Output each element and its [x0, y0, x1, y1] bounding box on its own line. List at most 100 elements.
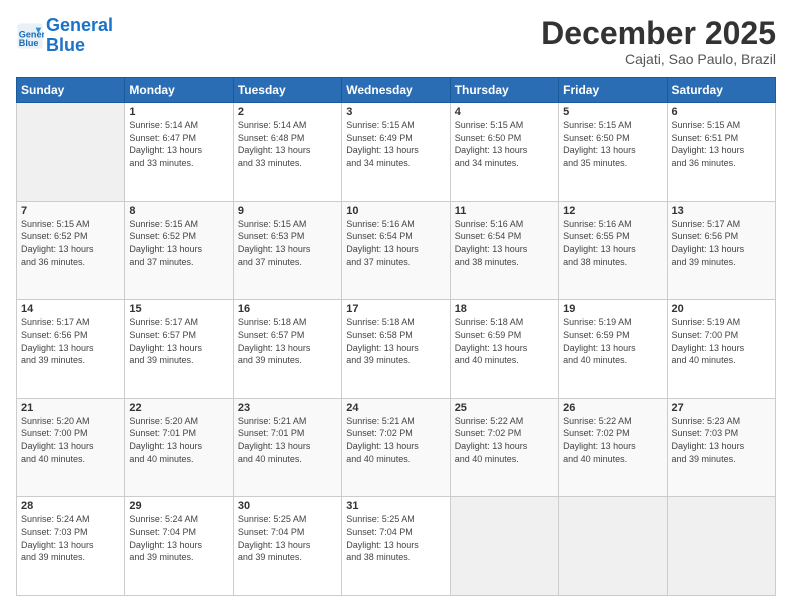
- day-number: 29: [129, 500, 228, 512]
- calendar-cell: 3Sunrise: 5:15 AMSunset: 6:49 PMDaylight…: [342, 103, 450, 202]
- day-info: Sunrise: 5:16 AMSunset: 6:54 PMDaylight:…: [455, 218, 554, 268]
- calendar-cell: 2Sunrise: 5:14 AMSunset: 6:48 PMDaylight…: [233, 103, 341, 202]
- day-number: 16: [238, 303, 337, 315]
- day-number: 5: [563, 106, 662, 118]
- day-info: Sunrise: 5:20 AMSunset: 7:01 PMDaylight:…: [129, 415, 228, 465]
- day-number: 20: [672, 303, 771, 315]
- day-number: 28: [21, 500, 120, 512]
- calendar-cell: 23Sunrise: 5:21 AMSunset: 7:01 PMDayligh…: [233, 398, 341, 497]
- calendar-cell: 28Sunrise: 5:24 AMSunset: 7:03 PMDayligh…: [17, 497, 125, 596]
- calendar-cell: 11Sunrise: 5:16 AMSunset: 6:54 PMDayligh…: [450, 201, 558, 300]
- day-number: 19: [563, 303, 662, 315]
- calendar-cell: [559, 497, 667, 596]
- day-info: Sunrise: 5:24 AMSunset: 7:03 PMDaylight:…: [21, 513, 120, 563]
- day-info: Sunrise: 5:24 AMSunset: 7:04 PMDaylight:…: [129, 513, 228, 563]
- logo-icon: General Blue: [16, 22, 44, 50]
- calendar-cell: 24Sunrise: 5:21 AMSunset: 7:02 PMDayligh…: [342, 398, 450, 497]
- calendar-cell: 16Sunrise: 5:18 AMSunset: 6:57 PMDayligh…: [233, 300, 341, 399]
- day-info: Sunrise: 5:18 AMSunset: 6:58 PMDaylight:…: [346, 316, 445, 366]
- day-info: Sunrise: 5:16 AMSunset: 6:54 PMDaylight:…: [346, 218, 445, 268]
- day-number: 15: [129, 303, 228, 315]
- day-number: 9: [238, 205, 337, 217]
- calendar-cell: 15Sunrise: 5:17 AMSunset: 6:57 PMDayligh…: [125, 300, 233, 399]
- day-number: 7: [21, 205, 120, 217]
- calendar-cell: 1Sunrise: 5:14 AMSunset: 6:47 PMDaylight…: [125, 103, 233, 202]
- day-info: Sunrise: 5:17 AMSunset: 6:56 PMDaylight:…: [672, 218, 771, 268]
- calendar-cell: 6Sunrise: 5:15 AMSunset: 6:51 PMDaylight…: [667, 103, 775, 202]
- day-info: Sunrise: 5:15 AMSunset: 6:50 PMDaylight:…: [455, 119, 554, 169]
- weekday-header: Monday: [125, 78, 233, 103]
- day-number: 14: [21, 303, 120, 315]
- day-number: 25: [455, 402, 554, 414]
- weekday-header: Saturday: [667, 78, 775, 103]
- calendar-cell: 9Sunrise: 5:15 AMSunset: 6:53 PMDaylight…: [233, 201, 341, 300]
- weekday-header: Friday: [559, 78, 667, 103]
- day-number: 18: [455, 303, 554, 315]
- weekday-header: Tuesday: [233, 78, 341, 103]
- day-info: Sunrise: 5:17 AMSunset: 6:57 PMDaylight:…: [129, 316, 228, 366]
- day-info: Sunrise: 5:18 AMSunset: 6:57 PMDaylight:…: [238, 316, 337, 366]
- day-info: Sunrise: 5:20 AMSunset: 7:00 PMDaylight:…: [21, 415, 120, 465]
- calendar-cell: 29Sunrise: 5:24 AMSunset: 7:04 PMDayligh…: [125, 497, 233, 596]
- day-info: Sunrise: 5:14 AMSunset: 6:47 PMDaylight:…: [129, 119, 228, 169]
- day-number: 23: [238, 402, 337, 414]
- day-number: 21: [21, 402, 120, 414]
- calendar-cell: 18Sunrise: 5:18 AMSunset: 6:59 PMDayligh…: [450, 300, 558, 399]
- calendar-cell: 10Sunrise: 5:16 AMSunset: 6:54 PMDayligh…: [342, 201, 450, 300]
- day-info: Sunrise: 5:21 AMSunset: 7:01 PMDaylight:…: [238, 415, 337, 465]
- svg-text:Blue: Blue: [19, 38, 39, 48]
- weekday-header: Sunday: [17, 78, 125, 103]
- calendar-cell: 14Sunrise: 5:17 AMSunset: 6:56 PMDayligh…: [17, 300, 125, 399]
- day-info: Sunrise: 5:23 AMSunset: 7:03 PMDaylight:…: [672, 415, 771, 465]
- day-info: Sunrise: 5:16 AMSunset: 6:55 PMDaylight:…: [563, 218, 662, 268]
- day-number: 13: [672, 205, 771, 217]
- calendar-cell: 26Sunrise: 5:22 AMSunset: 7:02 PMDayligh…: [559, 398, 667, 497]
- day-number: 31: [346, 500, 445, 512]
- calendar-table: SundayMondayTuesdayWednesdayThursdayFrid…: [16, 77, 776, 596]
- day-number: 3: [346, 106, 445, 118]
- weekday-header: Wednesday: [342, 78, 450, 103]
- day-info: Sunrise: 5:25 AMSunset: 7:04 PMDaylight:…: [238, 513, 337, 563]
- calendar-cell: 22Sunrise: 5:20 AMSunset: 7:01 PMDayligh…: [125, 398, 233, 497]
- day-info: Sunrise: 5:15 AMSunset: 6:52 PMDaylight:…: [21, 218, 120, 268]
- title-block: December 2025 Cajati, Sao Paulo, Brazil: [541, 16, 776, 67]
- day-info: Sunrise: 5:19 AMSunset: 7:00 PMDaylight:…: [672, 316, 771, 366]
- logo: General Blue GeneralBlue: [16, 16, 113, 56]
- day-info: Sunrise: 5:14 AMSunset: 6:48 PMDaylight:…: [238, 119, 337, 169]
- day-info: Sunrise: 5:19 AMSunset: 6:59 PMDaylight:…: [563, 316, 662, 366]
- calendar-cell: 25Sunrise: 5:22 AMSunset: 7:02 PMDayligh…: [450, 398, 558, 497]
- header: General Blue GeneralBlue December 2025 C…: [16, 16, 776, 67]
- day-info: Sunrise: 5:22 AMSunset: 7:02 PMDaylight:…: [563, 415, 662, 465]
- calendar-cell: [450, 497, 558, 596]
- calendar-cell: [17, 103, 125, 202]
- calendar-cell: 12Sunrise: 5:16 AMSunset: 6:55 PMDayligh…: [559, 201, 667, 300]
- day-info: Sunrise: 5:18 AMSunset: 6:59 PMDaylight:…: [455, 316, 554, 366]
- day-number: 12: [563, 205, 662, 217]
- day-number: 22: [129, 402, 228, 414]
- day-info: Sunrise: 5:21 AMSunset: 7:02 PMDaylight:…: [346, 415, 445, 465]
- day-number: 27: [672, 402, 771, 414]
- logo-text: GeneralBlue: [46, 16, 113, 56]
- day-info: Sunrise: 5:15 AMSunset: 6:49 PMDaylight:…: [346, 119, 445, 169]
- page: General Blue GeneralBlue December 2025 C…: [0, 0, 792, 612]
- day-number: 1: [129, 106, 228, 118]
- calendar-cell: 17Sunrise: 5:18 AMSunset: 6:58 PMDayligh…: [342, 300, 450, 399]
- calendar-cell: 4Sunrise: 5:15 AMSunset: 6:50 PMDaylight…: [450, 103, 558, 202]
- day-info: Sunrise: 5:15 AMSunset: 6:50 PMDaylight:…: [563, 119, 662, 169]
- day-number: 11: [455, 205, 554, 217]
- day-info: Sunrise: 5:15 AMSunset: 6:52 PMDaylight:…: [129, 218, 228, 268]
- calendar-cell: 30Sunrise: 5:25 AMSunset: 7:04 PMDayligh…: [233, 497, 341, 596]
- month-title: December 2025: [541, 16, 776, 51]
- day-number: 24: [346, 402, 445, 414]
- day-info: Sunrise: 5:25 AMSunset: 7:04 PMDaylight:…: [346, 513, 445, 563]
- day-number: 2: [238, 106, 337, 118]
- location: Cajati, Sao Paulo, Brazil: [541, 51, 776, 67]
- calendar-cell: 20Sunrise: 5:19 AMSunset: 7:00 PMDayligh…: [667, 300, 775, 399]
- calendar-cell: 5Sunrise: 5:15 AMSunset: 6:50 PMDaylight…: [559, 103, 667, 202]
- day-number: 30: [238, 500, 337, 512]
- day-info: Sunrise: 5:15 AMSunset: 6:51 PMDaylight:…: [672, 119, 771, 169]
- calendar-cell: [667, 497, 775, 596]
- calendar-cell: 27Sunrise: 5:23 AMSunset: 7:03 PMDayligh…: [667, 398, 775, 497]
- calendar-cell: 7Sunrise: 5:15 AMSunset: 6:52 PMDaylight…: [17, 201, 125, 300]
- calendar-cell: 21Sunrise: 5:20 AMSunset: 7:00 PMDayligh…: [17, 398, 125, 497]
